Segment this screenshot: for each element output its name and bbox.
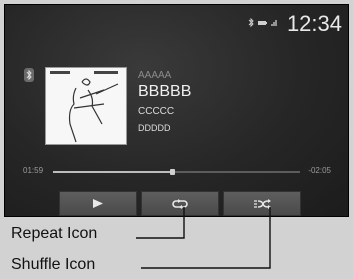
manual-figure: 12:34 AAAAA BBBBB CCCCC DDDDD 01:59 -02:… bbox=[0, 0, 353, 279]
repeat-icon-callout: Repeat Icon bbox=[11, 225, 98, 242]
shuffle-icon-callout: Shuffle Icon bbox=[11, 256, 96, 273]
